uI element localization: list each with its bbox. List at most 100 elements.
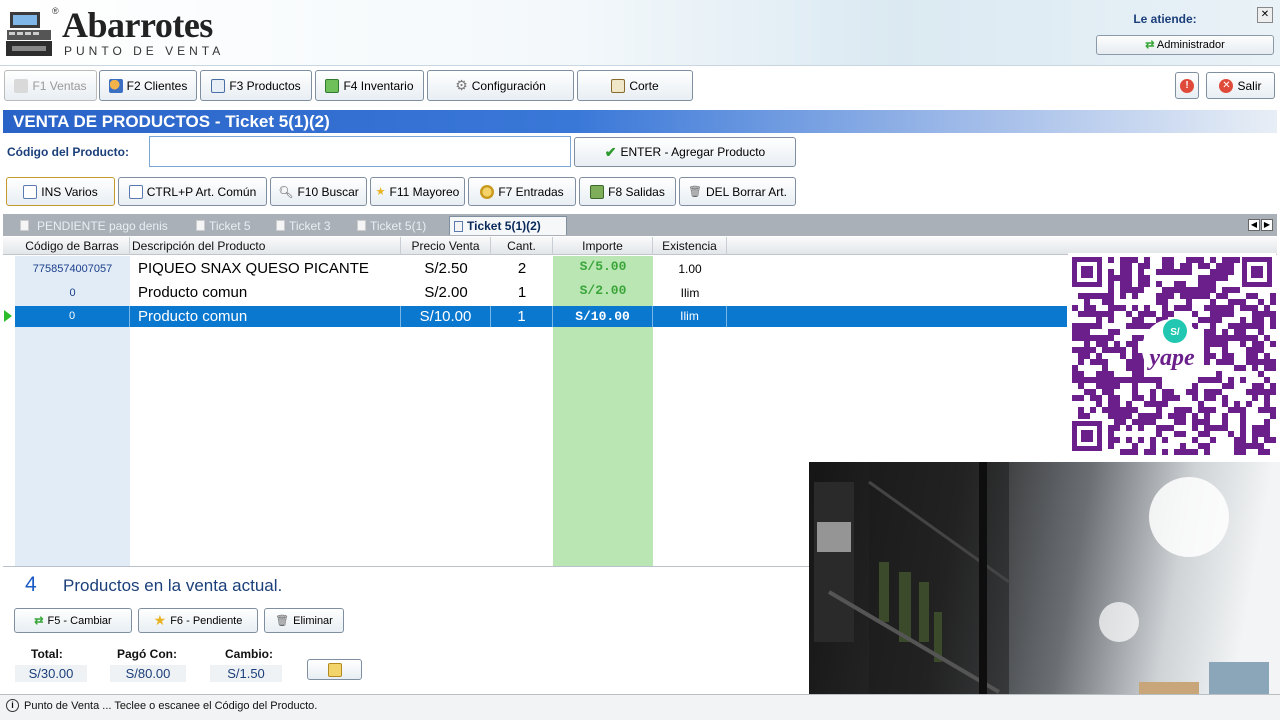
total-value: S/30.00 [15,665,87,682]
exit-icon: ✕ [1219,78,1234,93]
ventas-label: F1 Ventas [32,78,87,93]
column-header-stock[interactable]: Existencia [653,237,727,255]
cell-price[interactable]: S/2.50 [401,258,491,280]
inventory-icon [325,78,340,93]
star-icon: ★ [153,612,167,628]
cell-description[interactable]: Producto comun [130,306,401,327]
cell-qty[interactable]: 1 [491,282,553,304]
ticket-icon [196,220,205,231]
product-count-label: Productos en la venta actual. [63,576,283,595]
tab-ticket-3[interactable]: Ticket 3 [272,216,344,235]
trash-icon: 🗑︎ [688,186,703,198]
alert-icon: ! [1180,78,1194,93]
cell-amount[interactable]: S/10.00 [553,306,653,327]
art-comun-button[interactable]: CTRL+P Art. Común [118,177,267,206]
product-count: 4 [25,573,37,596]
corte-button[interactable]: Corte [577,70,693,101]
configuracion-button[interactable]: ⚙ Configuración [427,70,574,101]
salir-button[interactable]: ✕ Salir [1206,72,1275,99]
borrar-button[interactable]: 🗑︎ DEL Borrar Art. [679,177,796,206]
cell-description[interactable]: Producto comun [130,282,401,304]
tab-ticket-5[interactable]: Ticket 5 [192,216,266,235]
paid-value: S/80.00 [110,665,186,682]
tab-ticket-5-1-2[interactable]: Ticket 5(1)(2) [449,216,567,235]
tab-scroll-left-icon[interactable]: ◀ [1248,219,1260,231]
cell-stock[interactable]: Ilim [653,282,727,304]
camera-feed-image [809,462,1280,720]
change-label: Cambio: [225,647,273,661]
cell-description[interactable]: PIQUEO SNAX QUESO PICANTE [130,258,401,280]
product-code-label: Código del Producto: [7,145,129,159]
column-header-price[interactable]: Precio Venta [401,237,491,255]
current-user-button[interactable]: ⇄ Administrador [1096,35,1274,55]
ins-varios-label: INS Varios [41,184,98,199]
close-icon[interactable]: ✕ [1257,7,1273,23]
alert-button[interactable]: ! [1175,72,1199,99]
status-text: Punto de Venta ... Teclee o escanee el C… [24,700,318,712]
check-icon: ✔ [604,143,617,160]
current-user-label: Administrador [1156,39,1225,51]
entradas-button[interactable]: F7 Entradas [468,177,576,206]
cell-stock[interactable]: Ilim [653,306,727,327]
ticket-icon [357,220,366,231]
cell-price[interactable]: S/10.00 [401,306,491,327]
column-header-amount[interactable]: Importe [553,237,653,255]
cut-icon [611,78,626,93]
ticket-icon [276,220,285,231]
paid-label: Pagó Con: [117,647,177,661]
cell-amount[interactable]: S/5.00 [553,256,653,278]
amount-column-background [553,256,653,566]
productos-button[interactable]: F3 Productos [200,70,312,101]
column-header-qty[interactable]: Cant. [491,237,553,255]
borrar-label: DEL Borrar Art. [706,184,787,199]
cell-stock[interactable]: 1.00 [653,258,727,280]
tab-label: Ticket 3 [289,218,331,233]
cell-qty[interactable]: 1 [491,306,553,327]
cell-barcode[interactable]: 0 [15,306,130,327]
productos-label: F3 Productos [229,78,301,93]
cell-amount[interactable]: S/2.00 [553,280,653,302]
change-value: S/1.50 [210,665,282,682]
cash-drawer-button[interactable] [307,659,362,680]
cash-drawer-icon [327,662,342,677]
cell-qty[interactable]: 2 [491,258,553,280]
total-label: Total: [31,647,63,661]
cell-barcode[interactable]: 7758574007057 [15,258,130,280]
tab-pendiente[interactable]: PENDIENTE pago denis [16,216,186,235]
column-header-description[interactable]: Descripción del Producto [130,237,401,255]
column-header-barcode[interactable]: Código de Barras [15,237,130,255]
ins-varios-button[interactable]: INS Varios [6,177,115,206]
salidas-button[interactable]: F8 Salidas [579,177,676,206]
app-logo-subtitle: PUNTO DE VENTA [64,44,225,58]
cell-price[interactable]: S/2.00 [401,282,491,304]
ventas-button[interactable]: F1 Ventas [4,70,97,101]
products-icon [211,78,226,93]
buscar-label: F10 Buscar [297,184,359,199]
gear-icon: ⚙ [455,77,468,93]
tab-label: PENDIENTE pago denis [37,218,168,233]
art-comun-label: CTRL+P Art. Común [146,184,257,199]
clientes-button[interactable]: F2 Clientes [99,70,197,101]
cell-barcode[interactable]: 0 [15,282,130,304]
clientes-label: F2 Clientes [126,78,188,93]
coins-icon [480,184,495,199]
add-product-button[interactable]: ✔ ENTER - Agregar Producto [574,137,796,167]
tab-ticket-5-1[interactable]: Ticket 5(1) [353,216,445,235]
star-icon: ★ [375,186,386,198]
status-bar: i Punto de Venta ... Teclee o escanee el… [0,694,1280,720]
cash-register-logo-icon [6,12,52,56]
yape-qr-code: S/ yape [1068,253,1276,455]
pendiente-button[interactable]: ★ F6 - Pendiente [138,608,258,633]
eliminar-button[interactable]: 🗑︎ Eliminar [264,608,344,633]
register-icon [14,78,29,93]
product-code-input[interactable] [149,136,571,167]
tab-scroll-right-icon[interactable]: ▶ [1261,219,1273,231]
buscar-button[interactable]: 🔍︎ F10 Buscar [270,177,367,206]
mayoreo-label: F11 Mayoreo [389,184,460,199]
corte-label: Corte [629,78,659,93]
cambiar-button[interactable]: ⇄ F5 - Cambiar [14,608,132,633]
attends-label: Le atiende: [1133,12,1197,26]
inventario-button[interactable]: F4 Inventario [315,70,424,101]
ticket-icon [454,220,463,232]
mayoreo-button[interactable]: ★ F11 Mayoreo [370,177,465,206]
